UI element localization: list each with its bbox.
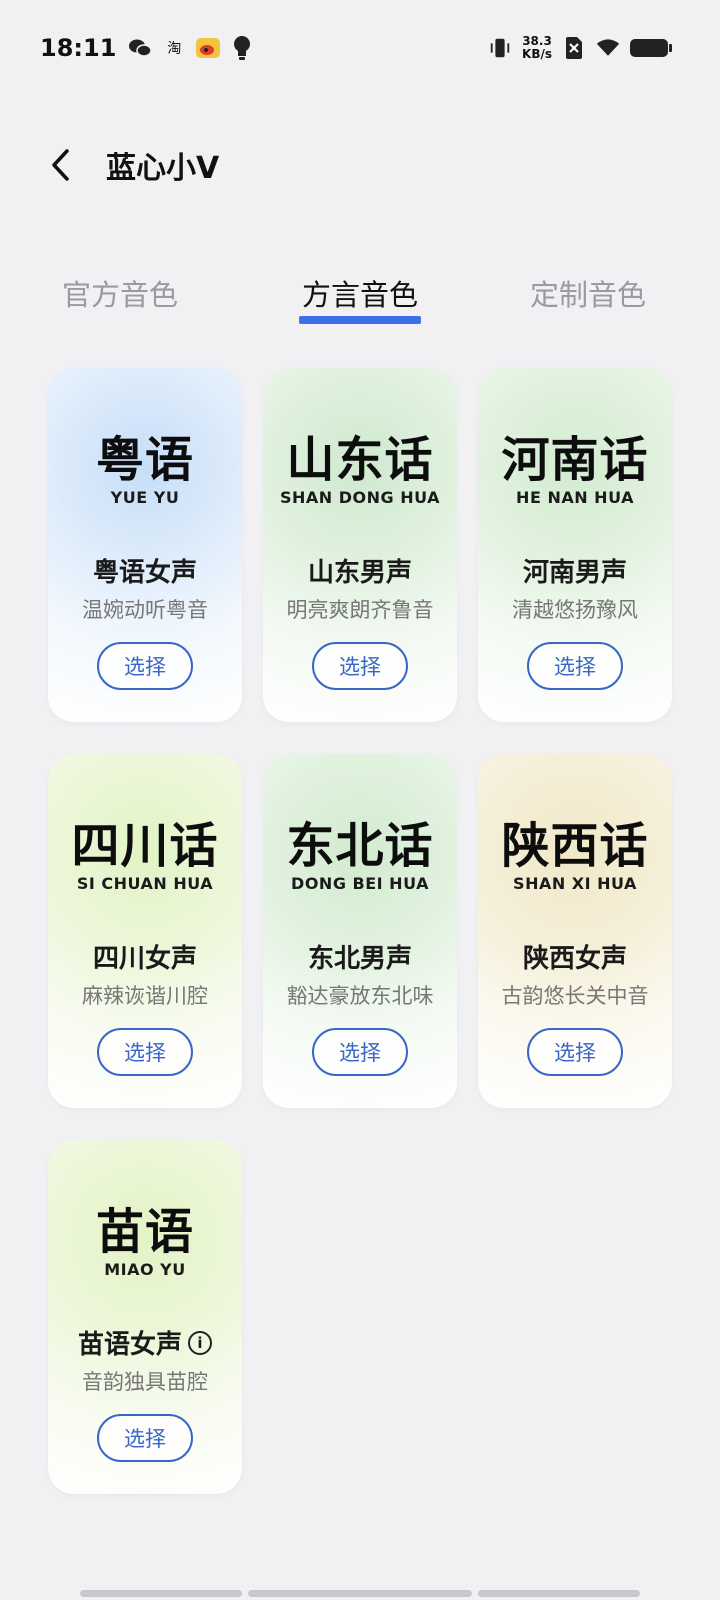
bulb-icon: [230, 36, 254, 60]
voice-name: 苗语女声: [77, 1330, 182, 1360]
card-calligraphy: 粤语: [95, 432, 194, 488]
back-button[interactable]: [40, 140, 80, 190]
page-title: 蓝心小V: [106, 151, 220, 186]
voice-card-dongbei: 东北话 DONG BEI HUA 东北男声 豁达豪放东北味 选择: [263, 754, 457, 1108]
card-pinyin: MIAO YU: [104, 1260, 186, 1279]
voice-card-shaanxi: 陕西话 SHAN XI HUA 陕西女声 古韵悠长关中音 选择: [478, 754, 672, 1108]
voice-description: 豁达豪放东北味: [286, 984, 434, 1008]
status-bar: 18:11 淘 38.3 KB/s: [40, 28, 672, 68]
card-pinyin: SHAN XI HUA: [513, 874, 637, 893]
card-calligraphy: 苗语: [95, 1204, 194, 1260]
voice-name: 河南男声: [522, 558, 627, 588]
taobao-icon: 淘: [167, 41, 182, 57]
wifi-icon: [596, 36, 620, 60]
voice-description: 麻辣诙谐川腔: [82, 984, 208, 1008]
voice-description: 明亮爽朗齐鲁音: [286, 598, 434, 622]
select-button[interactable]: 选择: [527, 642, 623, 690]
tab-bar: 官方音色 方言音色 定制音色: [0, 272, 720, 332]
nav-indicator-right: [478, 1590, 640, 1597]
voice-name: 陕西女声: [522, 944, 627, 974]
voice-card-cantonese: 粤语 YUE YU 粤语女声 温婉动听粤音 选择: [48, 368, 242, 722]
voice-card-henan: 河南话 HE NAN HUA 河南男声 清越悠扬豫风 选择: [478, 368, 672, 722]
header: 蓝心小V: [40, 140, 219, 190]
voice-description: 清越悠扬豫风: [512, 598, 638, 622]
weibo-icon: [196, 36, 221, 60]
card-calligraphy: 河南话: [501, 432, 649, 488]
tab-custom-voices[interactable]: 定制音色: [508, 272, 668, 314]
nav-indicator-left: [80, 1590, 242, 1597]
chevron-left-icon: [52, 149, 69, 181]
select-button[interactable]: 选择: [97, 1028, 193, 1076]
voice-card-sichuan: 四川话 SI CHUAN HUA 四川女声 麻辣诙谐川腔 选择: [48, 754, 242, 1108]
tab-dialect-voices[interactable]: 方言音色: [280, 272, 440, 314]
voice-description: 音韵独具苗腔: [82, 1370, 208, 1394]
card-calligraphy: 陕西话: [501, 818, 649, 874]
voice-name: 四川女声: [92, 944, 197, 974]
card-calligraphy: 东北话: [286, 818, 434, 874]
voice-name-row: 苗语女声 i: [48, 1324, 242, 1361]
voice-name: 粤语女声: [92, 558, 197, 588]
system-icons: 38.3 KB/s: [488, 35, 672, 61]
voice-name: 东北男声: [307, 944, 412, 974]
info-icon[interactable]: i: [188, 1330, 212, 1355]
tab-official-voices[interactable]: 官方音色: [40, 272, 200, 314]
no-sim-icon: [562, 36, 586, 60]
select-button[interactable]: 选择: [312, 642, 408, 690]
voice-card-miao: 苗语 MIAO YU 苗语女声 i 音韵独具苗腔 选择: [48, 1140, 242, 1494]
card-pinyin: YUE YU: [110, 488, 180, 507]
status-time: 18:11: [40, 34, 117, 62]
vibrate-icon: [488, 36, 512, 60]
select-button[interactable]: 选择: [97, 1414, 193, 1462]
voice-name: 山东男声: [307, 558, 412, 588]
card-pinyin: DONG BEI HUA: [291, 874, 429, 893]
network-speed: 38.3 KB/s: [522, 35, 552, 61]
select-button[interactable]: 选择: [97, 642, 193, 690]
network-speed-unit: KB/s: [522, 47, 552, 61]
card-pinyin: SI CHUAN HUA: [76, 874, 214, 893]
battery-icon: [630, 39, 672, 57]
nav-indicator-center[interactable]: [248, 1590, 472, 1597]
card-calligraphy: 山东话: [286, 432, 434, 488]
card-calligraphy: 四川话: [71, 818, 219, 874]
voice-description: 温婉动听粤音: [82, 598, 208, 622]
card-pinyin: SHAN DONG HUA: [279, 488, 440, 507]
voice-card-shandong: 山东话 SHAN DONG HUA 山东男声 明亮爽朗齐鲁音 选择: [263, 368, 457, 722]
voice-description: 古韵悠长关中音: [501, 984, 649, 1008]
active-tab-indicator: [299, 316, 421, 324]
select-button[interactable]: 选择: [312, 1028, 408, 1076]
notification-icons: 淘: [128, 36, 254, 60]
wechat-icon: [128, 36, 153, 60]
card-pinyin: HE NAN HUA: [516, 488, 634, 507]
select-button[interactable]: 选择: [527, 1028, 623, 1076]
